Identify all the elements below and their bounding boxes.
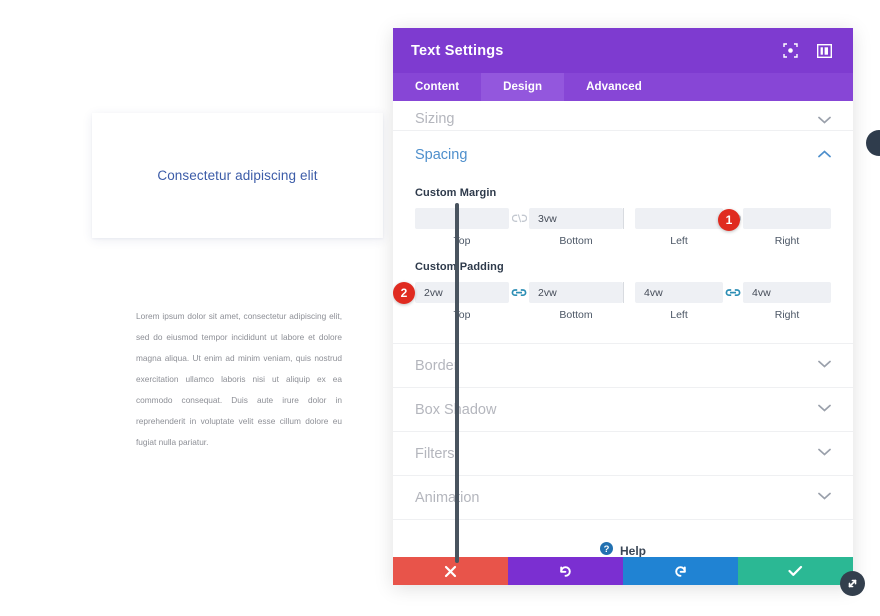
margin-top-field[interactable]	[415, 208, 509, 229]
modal-tab-bar: Content Design Advanced	[393, 73, 853, 101]
padding-right-caption: Right	[774, 309, 800, 321]
chevron-down-icon	[818, 448, 831, 459]
chevron-up-icon	[818, 149, 831, 161]
tab-content[interactable]: Content	[393, 73, 481, 101]
margin-bottom-caption: Bottom	[559, 235, 593, 247]
section-spacing-label: Spacing	[415, 147, 468, 163]
page-side-toggle-handle[interactable]	[866, 130, 880, 156]
padding-top-bottom-link-icon[interactable]	[509, 282, 529, 303]
chevron-down-icon	[818, 360, 831, 371]
modal-scrollbar[interactable]	[455, 203, 459, 563]
discard-button[interactable]	[393, 557, 508, 585]
section-filters[interactable]: Filters	[393, 432, 853, 476]
margin-right-caption: Right	[774, 235, 800, 247]
section-box-shadow-label: Box Shadow	[415, 401, 497, 418]
annotation-badge-1: 1	[718, 209, 740, 231]
target-expand-icon[interactable]	[779, 40, 801, 62]
padding-bottom-field[interactable]: 2vw	[529, 282, 623, 303]
preview-text-card[interactable]: Consectetur adipiscing elit	[92, 113, 383, 238]
field-group-divider	[623, 208, 624, 229]
section-border-label: Border	[415, 357, 459, 374]
chevron-down-icon	[818, 492, 831, 503]
custom-padding-label: Custom Padding	[415, 261, 504, 273]
section-border[interactable]: Border	[393, 344, 853, 388]
help-question-icon: ?	[599, 542, 613, 557]
padding-top-field[interactable]: 2vw	[415, 282, 509, 303]
margin-top-bottom-unlink-icon[interactable]	[509, 208, 529, 229]
preview-card-heading: Consectetur adipiscing elit	[157, 168, 318, 183]
help-label: Help	[619, 544, 646, 557]
layout-columns-icon[interactable]	[813, 40, 835, 62]
section-animation-label: Animation	[415, 489, 480, 506]
modal-title: Text Settings	[411, 42, 504, 59]
section-box-shadow[interactable]: Box Shadow	[393, 388, 853, 432]
margin-right-field[interactable]	[743, 208, 831, 229]
margin-left-field[interactable]	[635, 208, 723, 229]
section-spacing-header[interactable]: Spacing	[393, 131, 853, 179]
modal-scroll-body: Sizing Spacing Custom Margin Top 3vw Bot…	[393, 101, 853, 557]
padding-right-field[interactable]: 4vw	[743, 282, 831, 303]
margin-bottom-field[interactable]: 3vw	[529, 208, 623, 229]
custom-padding-group: Custom Padding 2vw Top 2 2vw Bottom 4vw …	[393, 261, 831, 321]
text-settings-modal: Text Settings Content Design Advanced Si…	[393, 28, 853, 585]
chevron-down-icon	[818, 404, 831, 415]
redo-button[interactable]	[623, 557, 738, 585]
field-group-divider-2	[623, 282, 624, 303]
padding-left-right-link-icon[interactable]	[723, 282, 743, 303]
section-sizing[interactable]: Sizing	[393, 101, 853, 131]
help-link[interactable]: ? Help	[393, 520, 853, 557]
modal-footer-actions	[393, 557, 853, 585]
undo-button[interactable]	[508, 557, 623, 585]
custom-margin-label: Custom Margin	[415, 187, 497, 199]
preview-body-paragraph: Lorem ipsum dolor sit amet, consectetur …	[136, 311, 342, 447]
svg-text:?: ?	[604, 544, 610, 555]
page-preview-area: Consectetur adipiscing elit Lorem ipsum …	[0, 0, 393, 616]
chevron-down-icon	[818, 116, 831, 127]
padding-bottom-caption: Bottom	[559, 309, 593, 321]
modal-resize-handle[interactable]	[840, 571, 865, 596]
tab-advanced[interactable]: Advanced	[564, 73, 664, 101]
annotation-badge-2: 2	[393, 282, 415, 304]
save-button[interactable]	[738, 557, 853, 585]
custom-margin-group: Custom Margin Top 3vw Bottom 1 Left Righ…	[415, 187, 831, 247]
margin-left-caption: Left	[670, 235, 688, 247]
padding-top-caption: Top	[453, 309, 471, 321]
padding-left-field[interactable]: 4vw	[635, 282, 723, 303]
modal-header: Text Settings	[393, 28, 853, 73]
padding-left-caption: Left	[670, 309, 688, 321]
margin-top-caption: Top	[453, 235, 471, 247]
spacing-settings-panel: Custom Margin Top 3vw Bottom 1 Left Righ…	[393, 179, 853, 344]
section-animation[interactable]: Animation	[393, 476, 853, 520]
tab-design[interactable]: Design	[481, 73, 565, 101]
section-sizing-label: Sizing	[415, 111, 455, 127]
section-filters-label: Filters	[415, 445, 455, 462]
